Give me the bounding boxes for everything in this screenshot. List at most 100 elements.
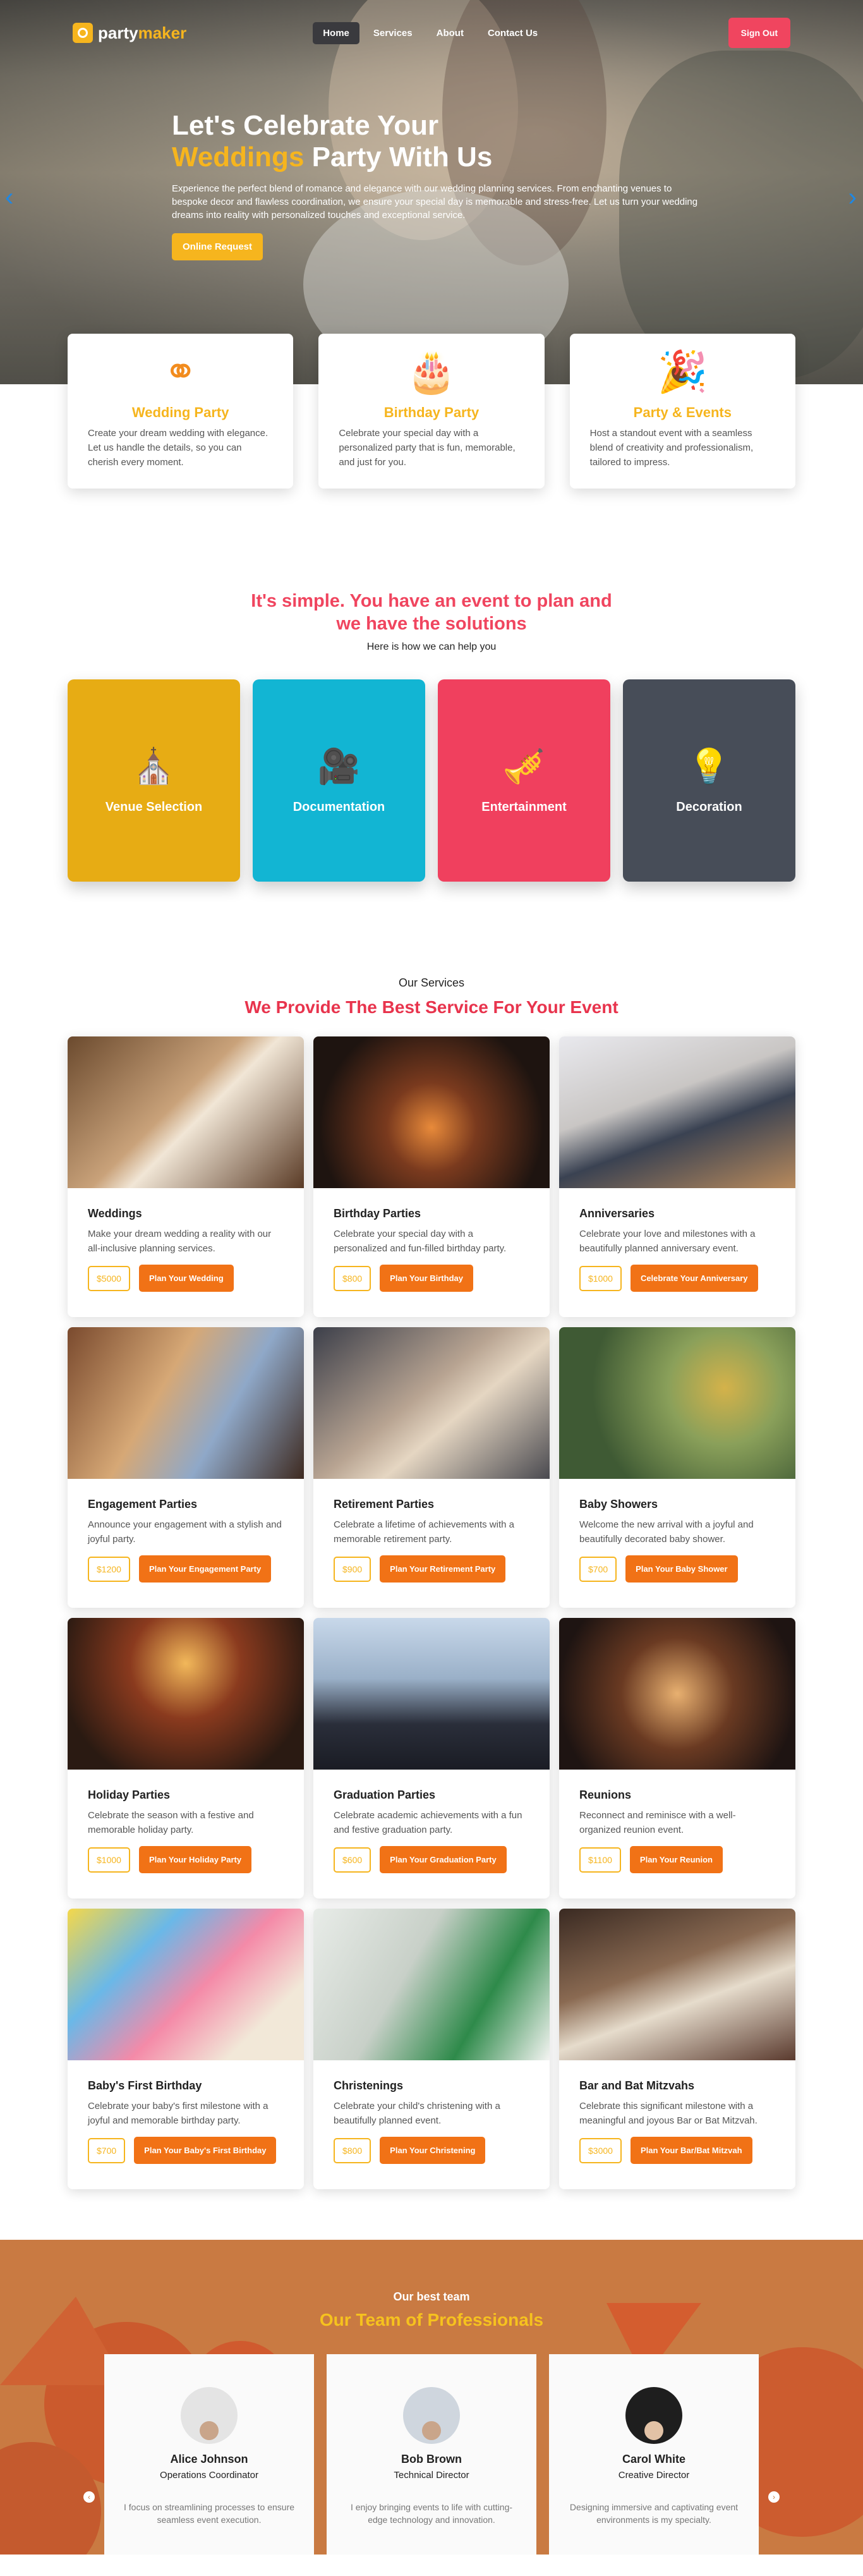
service-price: $1000 [579,1265,622,1291]
service-price: $1200 [88,1556,130,1582]
plan-button[interactable]: Celebrate Your Anniversary [630,1265,758,1292]
service-title: Weddings [88,1207,142,1220]
service-card: Birthday Parties Celebrate your special d… [313,1036,550,1317]
member-name: Bob Brown [401,2453,462,2465]
hero-description: Experience the perfect blend of romance … [172,183,698,221]
service-image [313,1618,550,1770]
service-price: $800 [334,1265,371,1291]
team-next-icon[interactable]: › [768,2491,780,2503]
plan-button[interactable]: Plan Your Graduation Party [380,1846,507,1873]
online-request-button[interactable]: Online Request [172,233,263,260]
nav-home[interactable]: Home [313,21,359,44]
team-prev-icon[interactable]: ‹ [83,2491,95,2503]
trumpet-icon: 🎺 [502,747,546,786]
plan-button[interactable]: Plan Your Baby Shower [625,1555,738,1583]
service-title: Baby Showers [579,1498,658,1510]
service-card: Weddings Make your dream wedding a realit… [68,1036,304,1317]
service-title: Bar and Bat Mitzvahs [579,2079,695,2092]
feature-cards: ⚭ Wedding Party Create your dream weddin… [0,334,863,489]
service-card: Anniversaries Celebrate your love and mil… [559,1036,795,1317]
tile-venue-selection[interactable]: ⛪ Venue Selection [68,679,240,882]
plan-button[interactable]: Plan Your Birthday [380,1265,473,1292]
service-title: Retirement Parties [334,1498,435,1510]
plan-button[interactable]: Plan Your Holiday Party [138,1846,252,1873]
plan-button[interactable]: Plan Your Retirement Party [380,1555,506,1583]
services-header: Our Services We Provide The Best Service… [0,976,863,1018]
camera-icon: 🎥 [317,747,361,786]
cake-icon: 🎂 [406,349,457,394]
tile-decoration[interactable]: 💡 Decoration [623,679,795,882]
plan-button[interactable]: Plan Your Reunion [629,1846,723,1873]
nav-contact[interactable]: Contact Us [478,22,548,44]
service-text: Celebrate this significant milestone wit… [579,2101,757,2126]
service-price: $3000 [579,2137,622,2163]
tile-documentation[interactable]: 🎥 Documentation [253,679,425,882]
venue-icon: ⛪ [132,747,176,786]
carousel-prev-icon[interactable]: ‹ [5,183,13,212]
plan-button[interactable]: Plan Your Wedding [138,1265,234,1292]
rings-icon: ⚭ [163,349,198,394]
nav-services[interactable]: Services [363,22,423,44]
feature-text: Host a standout event with a seamless bl… [589,428,754,468]
member-bio: Designing immersive and captivating even… [569,2502,739,2525]
service-price: $1000 [88,1847,130,1873]
service-title: Holiday Parties [88,1789,171,1801]
tile-label: Entertainment [481,799,567,814]
nav-about[interactable]: About [426,22,474,44]
service-text: Celebrate your special day with a person… [334,1229,507,1254]
service-text: Celebrate the season with a festive and … [88,1810,254,1835]
lightbulb-icon: 💡 [687,747,731,786]
service-image [559,1036,795,1188]
service-image [313,1327,550,1479]
service-image [68,1036,304,1188]
team-section: Our best team Our Team of Professionals … [0,2240,863,2555]
sign-out-button[interactable]: Sign Out [728,18,790,48]
plan-button[interactable]: Plan Your Bar/Bat Mitzvah [630,2137,752,2164]
service-price: $600 [334,1847,371,1873]
service-text: Announce your engagement with a stylish … [88,1519,282,1545]
service-price: $700 [88,2137,126,2163]
service-image [313,1909,550,2060]
carousel-next-icon[interactable]: › [848,183,857,212]
feature-title: Birthday Party [383,404,480,420]
member-bio: I enjoy bringing events to life with cut… [350,2502,513,2525]
service-title: Anniversaries [579,1207,655,1220]
tile-label: Venue Selection [105,799,203,814]
service-image [68,1327,304,1479]
feature-text: Create your dream wedding with elegance.… [88,428,269,468]
service-image [313,1036,550,1188]
member-name: Alice Johnson [170,2453,248,2465]
team-members: Alice Johnson Operations Coordinator I f… [0,2354,863,2555]
feature-title: Wedding Party [131,404,229,420]
solutions-subtitle: Here is how we can help you [366,641,497,652]
avatar [181,2387,238,2444]
main-menu: Home Services About Contact Us [313,21,548,44]
service-price: $900 [334,1556,371,1582]
team-member-card: Carol White Creative Director Designing … [549,2354,759,2555]
brand-part2: maker [138,23,187,42]
service-card: Baby's First Birthday Celebrate your baby… [68,1909,304,2189]
plan-button[interactable]: Plan Your Christening [380,2137,486,2164]
tile-label: Decoration [676,799,742,814]
service-text: Celebrate academic achievements with a f… [334,1810,522,1835]
brand-logo[interactable]: party maker [73,23,186,43]
plan-button[interactable]: Plan Your Baby's First Birthday [134,2137,277,2164]
service-price: $800 [334,2137,371,2163]
solution-tiles: ⛪ Venue Selection 🎥 Documentation 🎺 Ente… [0,679,863,882]
service-card: Bar and Bat Mitzvahs Celebrate this signi… [559,1909,795,2189]
service-card: Christenings Celebrate your child's chris… [313,1909,550,2189]
tile-entertainment[interactable]: 🎺 Entertainment [438,679,610,882]
team-eyebrow: Our best team [393,2290,470,2303]
service-title: Engagement Parties [88,1498,198,1510]
plan-button[interactable]: Plan Your Engagement Party [138,1555,272,1583]
service-card: Reunions Reconnect and reminisce with a w… [559,1618,795,1899]
feature-card: ⚭ Wedding Party Create your dream weddin… [68,334,294,489]
solutions-title: It's simple. You have an event to plan a… [251,591,612,634]
feature-card: 🎉 Party & Events Host a standout event w… [569,334,795,489]
hero-section: party maker Home Services About Contact U… [0,0,863,384]
service-text: Make your dream wedding a reality with o… [88,1229,272,1254]
member-bio: I focus on streamlining processes to ens… [123,2502,295,2525]
feature-text: Celebrate your special day with a person… [339,428,516,468]
service-image [68,1618,304,1770]
service-image [559,1327,795,1479]
